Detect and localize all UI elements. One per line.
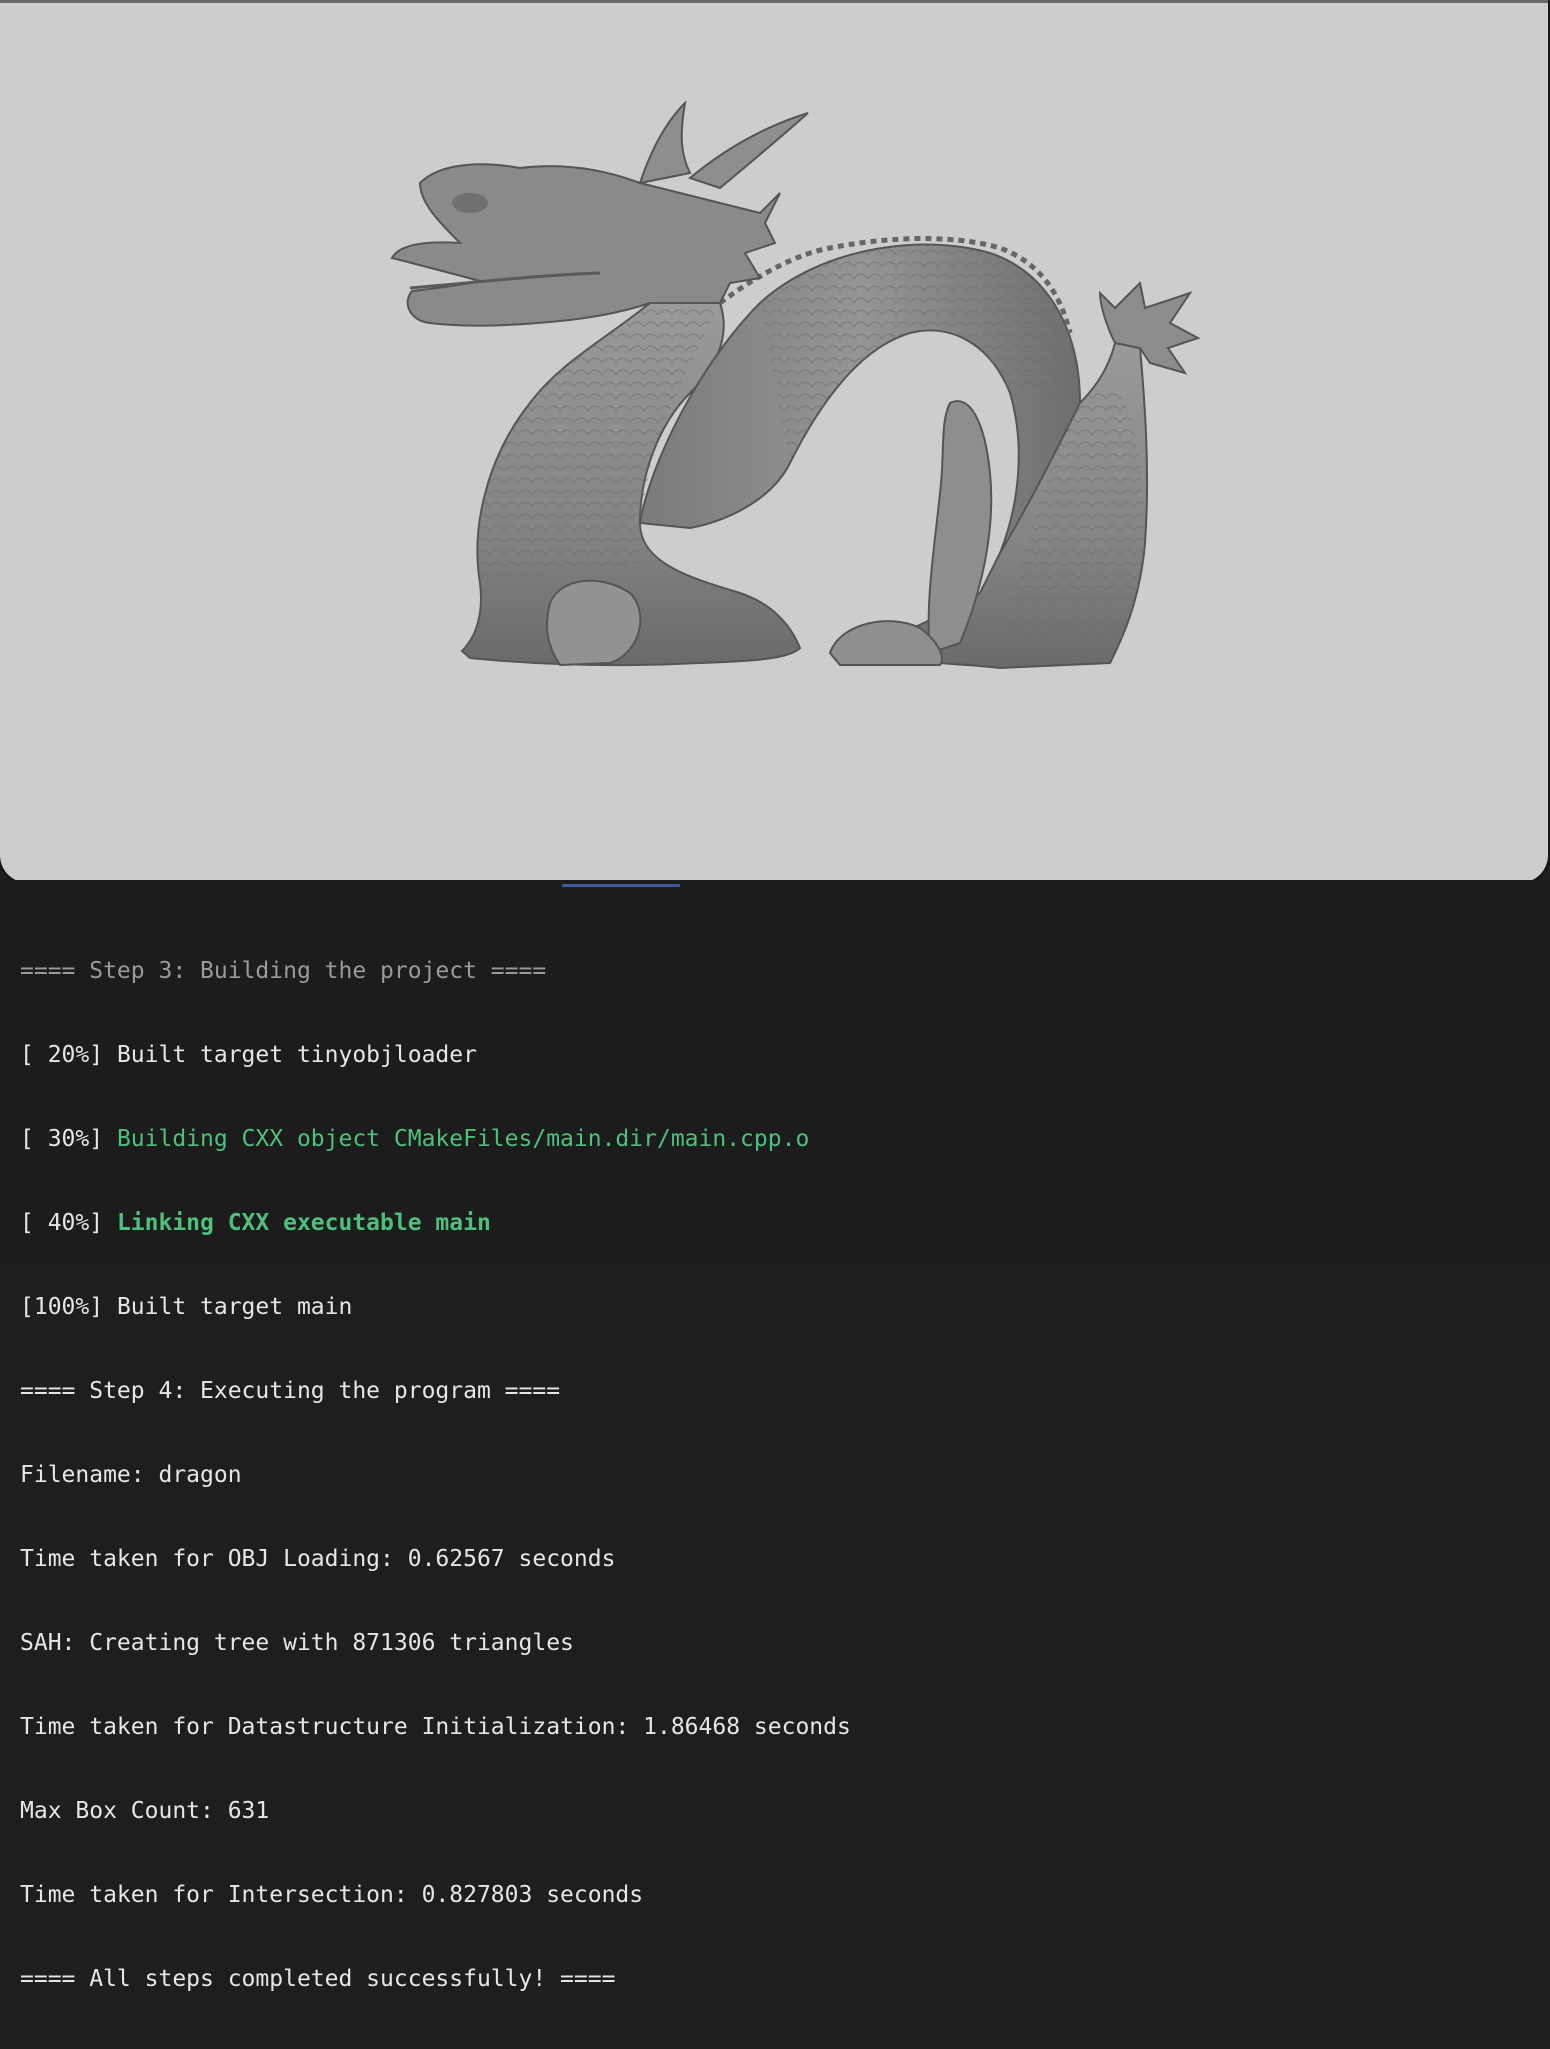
line-text: ==== Step 3: Building the project ==== bbox=[20, 958, 547, 984]
terminal-line: Max Box Count: 631 bbox=[20, 1797, 851, 1825]
terminal-line: Filename: dragon bbox=[20, 1461, 851, 1489]
terminal-line: [ 20%] Built target tinyobjloader bbox=[20, 1041, 851, 1069]
terminal-line: ==== All steps completed successfully! =… bbox=[20, 1965, 851, 1993]
render-window[interactable] bbox=[0, 0, 1548, 883]
terminal-line: Time taken for Datastructure Initializat… bbox=[20, 1713, 851, 1741]
line-prefix: [ 30%] bbox=[20, 1126, 117, 1152]
scroll-indicator bbox=[562, 884, 680, 887]
line-text: Linking CXX executable main bbox=[116, 1210, 491, 1236]
terminal-line: ==== Step 3: Building the project ==== bbox=[20, 957, 851, 985]
terminal-line: SAH: Creating tree with 871306 triangles bbox=[20, 1629, 851, 1657]
line-text: Time taken for OBJ Loading: 0.62567 seco… bbox=[20, 1546, 616, 1572]
line-text: ==== All steps completed successfully! =… bbox=[20, 1966, 616, 1992]
terminal-line: [ 30%] Building CXX object CMakeFiles/ma… bbox=[20, 1125, 851, 1153]
line-text: Built target tinyobjloader bbox=[116, 1042, 477, 1068]
line-prefix: [100%] bbox=[20, 1294, 117, 1320]
line-text: Time taken for Intersection: 0.827803 se… bbox=[20, 1882, 644, 1908]
terminal-line: [100%] Built target main bbox=[20, 1293, 851, 1321]
line-text: Max Box Count: 631 bbox=[20, 1798, 270, 1824]
line-prefix: [ 40%] bbox=[20, 1210, 117, 1236]
line-text: Built target main bbox=[116, 1294, 353, 1320]
terminal-line: Time taken for OBJ Loading: 0.62567 seco… bbox=[20, 1545, 851, 1573]
terminal-lines: ==== Step 3: Building the project ==== [… bbox=[20, 901, 851, 2049]
terminal-line: ==== Step 4: Executing the program ==== bbox=[20, 1377, 851, 1405]
terminal-output[interactable]: ==== Step 3: Building the project ==== [… bbox=[0, 880, 1550, 1992]
line-prefix: [ 20%] bbox=[20, 1042, 117, 1068]
render-viewport[interactable] bbox=[0, 3, 1548, 883]
line-text: Filename: dragon bbox=[20, 1462, 242, 1488]
dragon-model bbox=[390, 100, 1201, 670]
line-text: ==== Step 4: Executing the program ==== bbox=[20, 1378, 561, 1404]
terminal-line: [ 40%] Linking CXX executable main bbox=[20, 1209, 851, 1237]
terminal-line: Time taken for Intersection: 0.827803 se… bbox=[20, 1881, 851, 1909]
line-text: Building CXX object CMakeFiles/main.dir/… bbox=[116, 1126, 810, 1152]
line-text: Time taken for Datastructure Initializat… bbox=[20, 1714, 851, 1740]
line-text: SAH: Creating tree with 871306 triangles bbox=[20, 1630, 574, 1656]
